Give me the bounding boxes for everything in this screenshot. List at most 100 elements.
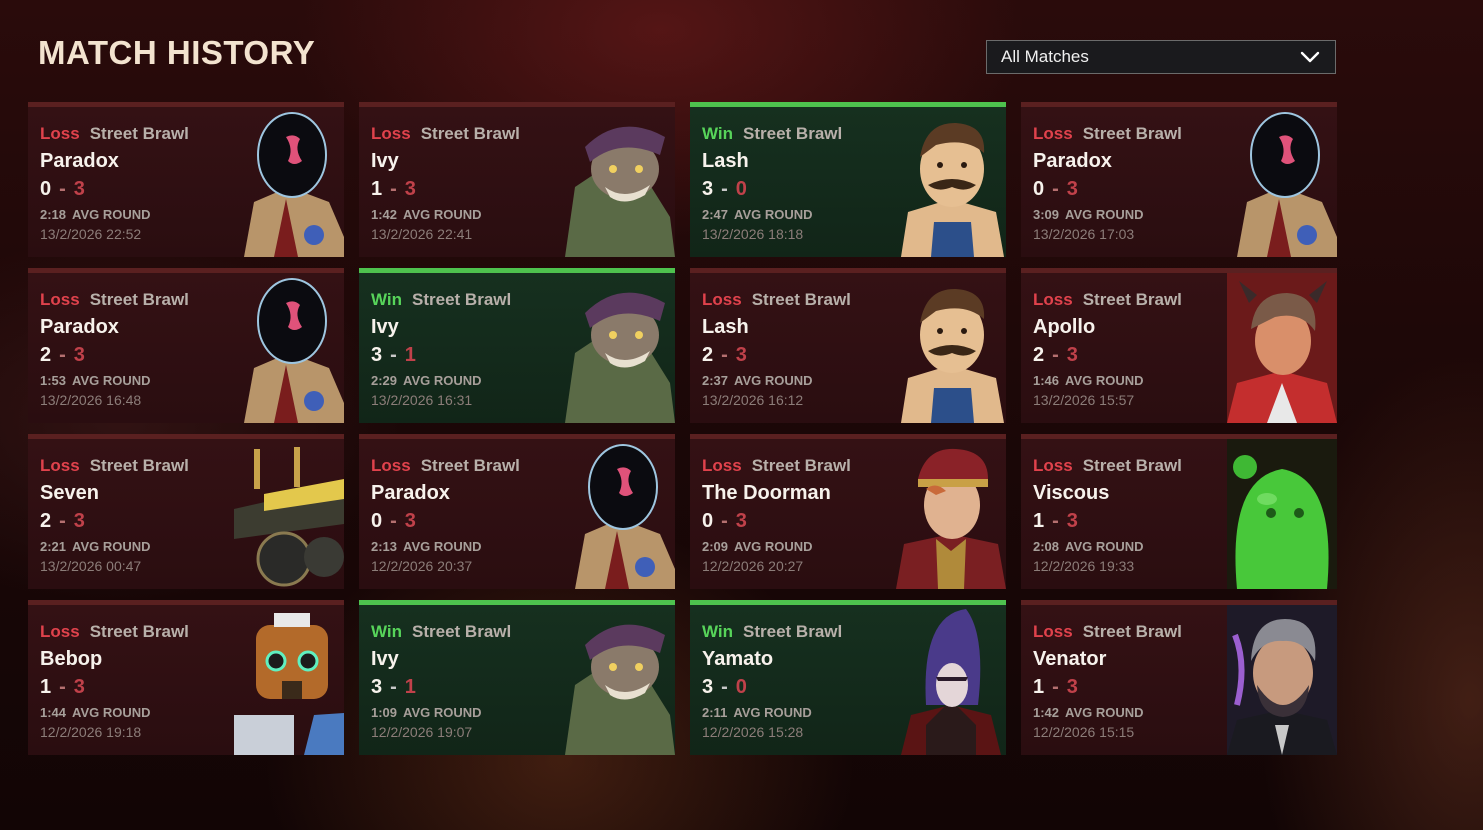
score-own: 1 (1033, 510, 1045, 532)
score-own: 0 (1033, 178, 1045, 200)
avg-round-time: 2:21 (40, 539, 67, 554)
match-info: Loss Street Brawl Viscous 1-3 2:08 AVG ROU… (1033, 456, 1182, 574)
game-mode: Street Brawl (420, 124, 520, 143)
score-opponent: 3 (1066, 510, 1078, 532)
match-filter-value: All Matches (1001, 47, 1089, 66)
score-separator: - (1052, 510, 1059, 532)
score-own: 1 (1033, 676, 1045, 698)
hero-name: Paradox (40, 150, 119, 172)
match-info: Loss Street Brawl The Doorman 0-3 2:09 AVG… (702, 456, 851, 574)
hero-name: Yamato (702, 648, 774, 670)
match-info: Loss Street Brawl Paradox 0-3 2:18 AVG ROU… (40, 124, 189, 242)
score-separator: - (721, 344, 728, 366)
yamato-portrait-icon (896, 605, 1006, 755)
match-card[interactable]: Loss Street Brawl Paradox 0-3 2:13 AVG ROU… (359, 434, 675, 589)
avg-round-time: 2:18 (40, 207, 67, 222)
score-separator: - (390, 676, 397, 698)
match-card[interactable]: Loss Street Brawl Venator 1-3 1:42 AVG ROU… (1021, 600, 1337, 755)
match-filter-dropdown[interactable]: All Matches (986, 40, 1336, 74)
hero-name: Ivy (371, 316, 399, 338)
match-card[interactable]: Loss Street Brawl Paradox 0-3 3:09 AVG ROU… (1021, 102, 1337, 257)
avg-round-time: 1:42 (1033, 705, 1060, 720)
score-opponent: 3 (1066, 676, 1078, 698)
match-date: 13/2/2026 15:57 (1033, 392, 1135, 408)
match-date: 12/2/2026 15:15 (1033, 724, 1135, 740)
match-card[interactable]: Loss Street Brawl Paradox 2-3 1:53 AVG ROU… (28, 268, 344, 423)
avg-round-time: 1:09 (371, 705, 398, 720)
match-card[interactable]: Win Street Brawl Ivy 3-1 1:09 AVG ROUND 12… (359, 600, 675, 755)
game-mode: Street Brawl (420, 456, 520, 475)
score-own: 3 (702, 676, 714, 698)
paradox-portrait-icon (234, 107, 344, 257)
match-card[interactable]: Loss Street Brawl Lash 2-3 2:37 AVG ROUND … (690, 268, 1006, 423)
game-mode: Street Brawl (412, 290, 512, 309)
venator-portrait-icon (1227, 605, 1337, 755)
match-card[interactable]: Win Street Brawl Ivy 3-1 2:29 AVG ROUND 13… (359, 268, 675, 423)
match-info: Loss Street Brawl Bebop 1-3 1:44 AVG ROUND… (40, 622, 189, 740)
game-mode: Street Brawl (1082, 456, 1182, 475)
match-info: Loss Street Brawl Paradox 0-3 3:09 AVG ROU… (1033, 124, 1182, 242)
hero-name: Apollo (1033, 316, 1096, 338)
match-card[interactable]: Loss Street Brawl Paradox 0-3 2:18 AVG ROU… (28, 102, 344, 257)
match-result: Loss (371, 124, 411, 143)
match-card[interactable]: Win Street Brawl Yamato 3-0 2:11 AVG ROUND… (690, 600, 1006, 755)
match-card[interactable]: Loss Street Brawl Seven 2-3 2:21 AVG ROUND… (28, 434, 344, 589)
match-info: Loss Street Brawl Paradox 0-3 2:13 AVG ROU… (371, 456, 520, 574)
match-result: Loss (1033, 622, 1073, 641)
match-card[interactable]: Loss Street Brawl Ivy 1-3 1:42 AVG ROUND 1… (359, 102, 675, 257)
match-card[interactable]: Loss Street Brawl Bebop 1-3 1:44 AVG ROUND… (28, 600, 344, 755)
match-result: Loss (1033, 290, 1073, 309)
avg-round-label: AVG ROUND (403, 373, 482, 388)
match-header: Loss Street Brawl (702, 290, 851, 312)
match-card[interactable]: Loss Street Brawl The Doorman 0-3 2:09 AVG… (690, 434, 1006, 589)
hero-name: Bebop (40, 648, 103, 670)
match-result: Loss (1033, 124, 1073, 143)
match-date: 13/2/2026 22:41 (371, 226, 473, 242)
game-mode: Street Brawl (751, 290, 851, 309)
ivy-portrait-icon (565, 107, 675, 257)
match-result: Loss (702, 456, 742, 475)
hero-name: Viscous (1033, 482, 1110, 504)
match-info: Win Street Brawl Ivy 3-1 2:29 AVG ROUND 13… (371, 290, 511, 408)
hero-name: Seven (40, 482, 99, 504)
match-score: 3-1 (371, 344, 511, 372)
avg-round: 2:21 AVG ROUND (40, 539, 189, 554)
match-result: Loss (40, 622, 80, 641)
match-date: 12/2/2026 19:18 (40, 724, 142, 740)
avg-round-label: AVG ROUND (72, 207, 151, 222)
match-date: 13/2/2026 00:47 (40, 558, 142, 574)
lash-portrait-icon (896, 273, 1006, 423)
match-result: Loss (1033, 456, 1073, 475)
score-opponent: 3 (73, 510, 85, 532)
score-opponent: 3 (1066, 178, 1078, 200)
avg-round: 2:29 AVG ROUND (371, 373, 511, 388)
match-header: Loss Street Brawl (40, 456, 189, 478)
match-card[interactable]: Loss Street Brawl Apollo 2-3 1:46 AVG ROUN… (1021, 268, 1337, 423)
match-score: 3-1 (371, 676, 511, 704)
avg-round: 2:37 AVG ROUND (702, 373, 851, 388)
avg-round: 2:18 AVG ROUND (40, 207, 189, 222)
hero-name: Paradox (40, 316, 119, 338)
chevron-down-icon (1300, 51, 1320, 63)
match-result: Loss (40, 290, 80, 309)
match-card[interactable]: Win Street Brawl Lash 3-0 2:47 AVG ROUND 1… (690, 102, 1006, 257)
game-mode: Street Brawl (1082, 124, 1182, 143)
avg-round-label: AVG ROUND (1065, 207, 1144, 222)
game-mode: Street Brawl (89, 456, 189, 475)
game-mode: Street Brawl (89, 290, 189, 309)
match-info: Win Street Brawl Lash 3-0 2:47 AVG ROUND 1… (702, 124, 842, 242)
hero-name: The Doorman (702, 482, 831, 504)
match-score: 3-0 (702, 676, 842, 704)
match-card[interactable]: Loss Street Brawl Viscous 1-3 2:08 AVG ROU… (1021, 434, 1337, 589)
score-separator: - (59, 344, 66, 366)
avg-round: 1:53 AVG ROUND (40, 373, 189, 388)
score-own: 2 (702, 344, 714, 366)
game-mode: Street Brawl (89, 622, 189, 641)
match-result: Win (371, 290, 403, 309)
match-score: 2-3 (702, 344, 851, 372)
score-own: 2 (40, 344, 52, 366)
avg-round-label: AVG ROUND (1065, 539, 1144, 554)
match-info: Loss Street Brawl Ivy 1-3 1:42 AVG ROUND 1… (371, 124, 520, 242)
match-header: Win Street Brawl (371, 622, 511, 644)
avg-round-label: AVG ROUND (72, 705, 151, 720)
